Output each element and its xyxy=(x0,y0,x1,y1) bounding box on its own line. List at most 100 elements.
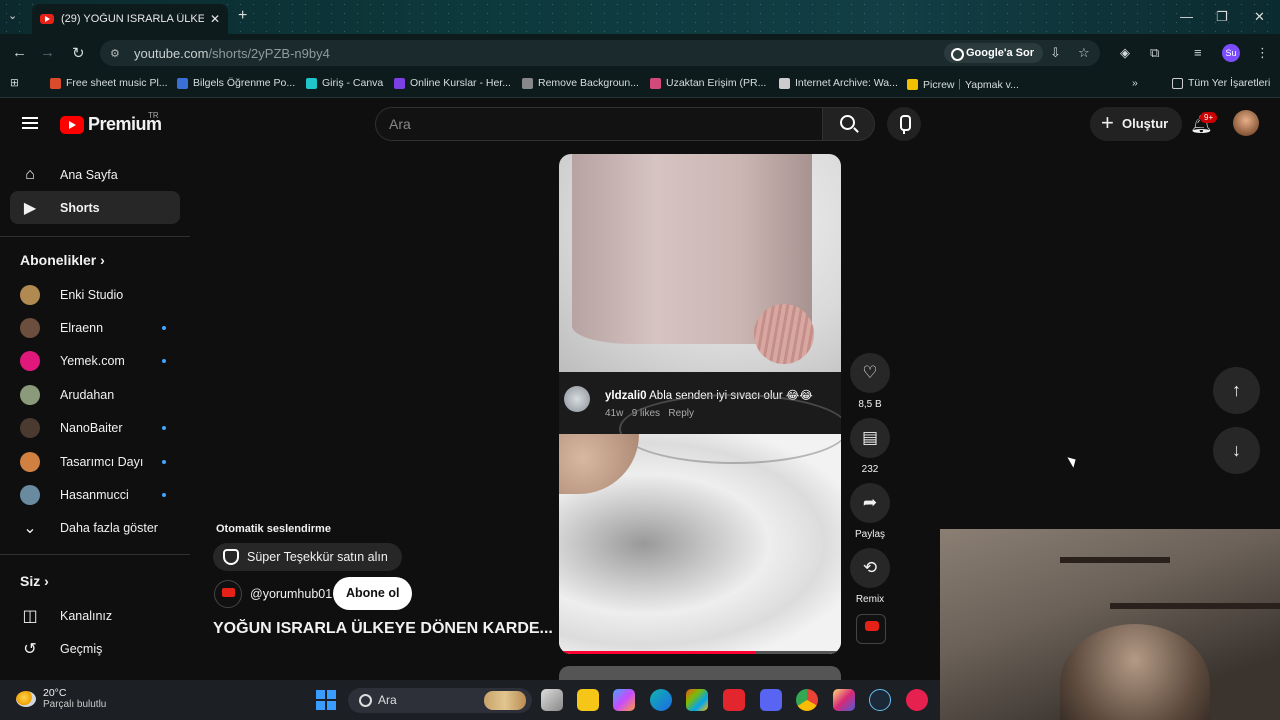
next-short-button[interactable]: ↓ xyxy=(1213,427,1260,474)
youtube-logo[interactable]: Premium TR xyxy=(60,111,162,135)
profile-avatar[interactable]: Su xyxy=(1222,44,1240,62)
bookmark-item[interactable]: Uzaktan Erişim (PR... xyxy=(650,77,766,89)
sidebar-subscription[interactable]: Hasanmucci xyxy=(10,478,180,511)
edge-icon[interactable] xyxy=(650,689,672,711)
hand xyxy=(559,434,639,494)
weather-widget[interactable]: 20°C Parçalı bulutlu xyxy=(16,687,106,710)
bookmark-item[interactable]: Remove Backgroun... xyxy=(522,77,639,89)
channel-avatar xyxy=(20,451,40,472)
shorts-video-player[interactable]: yldzali0 Abla senden iyi sıvacı olur 😂😂 … xyxy=(559,154,841,654)
close-window-icon[interactable]: ✕ xyxy=(1254,9,1265,25)
short-title[interactable]: YOĞUN ISRARLA ÜLKEYE DÖNEN KARDE... xyxy=(213,620,553,638)
store-icon[interactable] xyxy=(686,689,708,711)
file-explorer-icon[interactable] xyxy=(577,689,599,711)
youtube-music-icon[interactable] xyxy=(906,689,928,711)
browser-tab-active[interactable]: (29) YOĞUN ISRARLA ÜLKEYE D ✕ xyxy=(32,4,228,34)
video-progress-bar[interactable] xyxy=(559,651,757,654)
share-button[interactable]: ➦ Paylaş xyxy=(850,483,890,540)
bookmark-item[interactable]: Bilgels Öğrenme Po... xyxy=(177,77,295,89)
sidebar-subscription[interactable]: NanoBaiter xyxy=(10,411,180,444)
back-icon[interactable]: ← xyxy=(12,44,27,61)
youtube-favicon-icon xyxy=(40,14,54,24)
steam-icon[interactable] xyxy=(869,689,891,711)
search-input[interactable]: Ara xyxy=(375,107,823,141)
new-content-dot xyxy=(162,459,166,464)
channel-handle[interactable]: @yorumhub01 xyxy=(250,587,332,601)
sound-channel-thumbnail[interactable] xyxy=(856,614,886,644)
sidebar-subscription[interactable]: Arudahan xyxy=(10,378,180,411)
sidebar-item-your-channel[interactable]: ◫ Kanalınız xyxy=(10,599,180,632)
media-icon[interactable]: ≡ xyxy=(1194,45,1202,60)
copilot-icon[interactable] xyxy=(613,689,635,711)
super-thanks-icon xyxy=(223,549,239,565)
tab-search-icon[interactable]: ⌄ xyxy=(8,9,17,22)
sidebar-subscription[interactable]: Tasarımcı Dayı xyxy=(10,445,180,478)
bookmark-favicon-icon xyxy=(306,77,317,89)
new-content-dot xyxy=(162,358,166,363)
show-more-button[interactable]: ⌄ Daha fazla göster xyxy=(10,511,180,544)
bookmark-favicon-icon xyxy=(522,77,533,89)
sidebar-subscription[interactable]: Elraenn xyxy=(10,311,180,344)
previous-short-button[interactable]: ↑ xyxy=(1213,367,1260,414)
maximize-icon[interactable]: ❐ xyxy=(1216,9,1228,25)
subscriptions-header[interactable]: Abonelikler › xyxy=(20,252,105,268)
task-view-icon[interactable] xyxy=(541,689,563,711)
more-bookmarks-icon[interactable]: » xyxy=(1132,77,1138,89)
taskbar-search[interactable]: Ara xyxy=(348,688,532,713)
channel-avatar[interactable] xyxy=(214,580,242,608)
sidebar-subscription[interactable]: Yemek.com xyxy=(10,344,180,377)
voice-search-icon[interactable] xyxy=(887,107,921,141)
divider xyxy=(0,236,190,237)
super-thanks-button[interactable]: Süper Teşekkür satın alın xyxy=(213,543,402,571)
instagram-icon[interactable] xyxy=(833,689,855,711)
subscribe-button[interactable]: Abone ol xyxy=(333,577,413,610)
channel-avatar xyxy=(20,417,40,438)
bookmark-item[interactable]: Giriş - Canva xyxy=(306,77,383,89)
create-button[interactable]: Oluştur xyxy=(1090,106,1183,141)
bookmark-star-icon[interactable]: ☆ xyxy=(1078,45,1090,61)
account-avatar[interactable] xyxy=(1233,110,1259,136)
forward-icon[interactable]: → xyxy=(40,44,55,61)
site-info-icon[interactable]: ⚙ xyxy=(110,47,120,60)
sidebar-subscription[interactable]: Enki Studio xyxy=(10,278,180,311)
chrome-icon[interactable] xyxy=(796,689,818,711)
extension-shield-icon[interactable]: ◈ xyxy=(1120,45,1130,61)
sidebar-item-home[interactable]: ⌂ Ana Sayfa xyxy=(10,158,180,191)
tab-close-icon[interactable]: ✕ xyxy=(210,12,220,26)
more-menu-icon[interactable]: ⋮ xyxy=(1256,45,1269,61)
bookmark-item[interactable]: Picrew｜Yapmak v... xyxy=(907,77,1019,92)
bookmark-item[interactable]: Free sheet music Pl... xyxy=(50,77,168,89)
bookmark-favicon-icon xyxy=(907,79,918,90)
new-tab-icon[interactable]: + xyxy=(238,7,247,25)
remix-button[interactable]: ⟲ Remix xyxy=(850,548,890,605)
reload-icon[interactable]: ↻ xyxy=(72,44,85,62)
country-code: TR xyxy=(148,111,159,120)
channel-avatar xyxy=(20,384,40,405)
like-button[interactable]: ♡ 8,5 B xyxy=(850,353,890,410)
comment-count: 232 xyxy=(861,464,879,475)
sidebar-item-history[interactable]: ↺ Geçmiş xyxy=(10,632,180,665)
all-bookmarks[interactable]: Tüm Yer İşaretleri xyxy=(1172,77,1270,89)
extensions-icon[interactable]: ⧉ xyxy=(1150,45,1159,61)
bookmark-item[interactable]: Internet Archive: Wa... xyxy=(779,77,898,89)
bookmark-item[interactable]: Online Kurslar - Her... xyxy=(394,77,511,89)
like-count: 8,5 B xyxy=(858,399,882,410)
video-progress-track xyxy=(756,651,841,654)
windows-start-icon[interactable] xyxy=(316,690,336,710)
arrow-down-icon: ↓ xyxy=(1232,440,1241,460)
next-short-preview[interactable] xyxy=(559,666,841,680)
apps-grid-icon[interactable]: ⊞ xyxy=(10,77,19,89)
bowl xyxy=(619,394,841,464)
sidebar-item-shorts[interactable]: ▶ Shorts xyxy=(10,191,180,224)
comments-button[interactable]: ▤ 232 xyxy=(850,418,890,475)
you-header[interactable]: Siz › xyxy=(20,573,49,589)
install-icon[interactable]: ⇩ xyxy=(1050,45,1061,61)
share-label: Paylaş xyxy=(854,529,885,540)
l-app-icon[interactable] xyxy=(723,689,745,711)
minimize-icon[interactable]: — xyxy=(1180,9,1193,24)
comment-icon: ▤ xyxy=(850,418,890,458)
hamburger-menu-icon[interactable] xyxy=(22,117,38,129)
google-lens-button[interactable]: Google'a Sor xyxy=(944,43,1044,63)
discord-icon[interactable] xyxy=(760,689,782,711)
chevron-down-icon: ⌄ xyxy=(23,519,37,537)
